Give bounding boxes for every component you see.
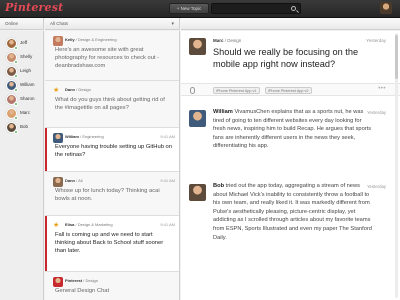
topic-time: 9:41 AM (160, 222, 175, 227)
user-name: Sharon (20, 96, 35, 101)
topic-preview: Everyone having trouble setting up GitHu… (55, 144, 172, 158)
message-text: tried out the app today, aggregating a s… (213, 183, 372, 241)
avatar (53, 177, 63, 187)
topic-list: Kelly / Design & Engineering Here's an a… (45, 31, 180, 300)
online-users-sidebar: Jeff Shelly Leigh William Sharon Marc Bo… (0, 31, 44, 300)
unread-indicator (45, 128, 47, 171)
list-item[interactable]: ★ Elisa / Design & Marketing 9:41 AM Fal… (45, 216, 179, 272)
sidebar-user-sharon[interactable]: Sharon (6, 94, 44, 106)
topic-meta: Elisa / Design & Marketing (65, 222, 113, 227)
topic-meta: Dann / All (65, 178, 83, 183)
sidebar-user-jeff[interactable]: Jeff (6, 38, 44, 50)
sidebar-user-william[interactable]: William (6, 80, 44, 92)
scrollbar-thumb[interactable] (395, 35, 398, 79)
conversation-header (181, 18, 400, 30)
online-header: Online (0, 18, 44, 30)
chevron-down-icon: ▾ (171, 21, 174, 27)
list-item[interactable]: Dann / All 9:41 AM Whose up for lunch to… (45, 172, 179, 216)
topic-meta: Pinterest / Design (65, 278, 98, 283)
online-status-icon (14, 46, 18, 50)
online-status-icon (14, 130, 18, 134)
online-status-icon (14, 60, 18, 64)
unread-indicator (45, 216, 47, 271)
top-bar: Pinterest + New Topic (0, 0, 400, 18)
sidebar-user-marc[interactable]: Marc (6, 108, 44, 120)
conversation-meta: Marc / Design (213, 38, 242, 43)
topic-time: 9:41 AM (160, 178, 175, 183)
sidebar-user-shelly[interactable]: Shelly (6, 52, 44, 64)
new-topic-button[interactable]: + New Topic (169, 3, 209, 14)
conversation-panel: Marc / Design Yesterday Should we really… (181, 31, 400, 300)
conversation-time: Yesterday (366, 38, 386, 43)
user-name: Shelly (20, 54, 33, 59)
online-status-icon (14, 88, 18, 92)
tag-bar: iPhone Pinterest App v1 iPhone Pinterest… (181, 83, 400, 96)
avatar (189, 38, 206, 55)
topic-meta: Kelly / Design & Engineering (65, 37, 117, 42)
topic-meta: Dann / Design (65, 87, 91, 92)
online-label: Online (5, 21, 19, 26)
topic-time: 9:41 AM (160, 134, 175, 139)
online-status-icon (14, 74, 18, 78)
avatar (53, 277, 63, 287)
topic-preview: General Design Chat (55, 288, 110, 294)
current-user-avatar[interactable] (380, 2, 392, 14)
list-item[interactable]: William / Engineering 9:41 AM Everyone h… (45, 128, 179, 172)
conversation-title: Should we really be focusing on the mobi… (213, 47, 359, 69)
message-time: Yesterday (367, 110, 386, 115)
message-author: Bob (213, 183, 225, 189)
message-body: William VivamusChen explains that as a s… (213, 108, 375, 151)
list-item[interactable]: Kelly / Design & Engineering Here's an a… (45, 31, 179, 81)
topic-meta: William / Engineering (65, 134, 104, 139)
search-input[interactable] (211, 3, 301, 14)
avatar (189, 184, 206, 201)
scrollbar[interactable] (395, 33, 398, 298)
sidebar-user-leigh[interactable]: Leigh (6, 66, 44, 78)
message-author: William (213, 109, 233, 115)
attachment-icon[interactable] (190, 87, 195, 94)
app-logo[interactable]: Pinterest (5, 1, 63, 14)
sidebar-user-bob[interactable]: Bob (6, 122, 44, 134)
avatar (53, 36, 63, 46)
message-text: VivamusChen explains that as a sports nu… (213, 109, 372, 150)
star-icon[interactable]: ★ (53, 222, 59, 229)
star-icon[interactable]: ★ (53, 87, 59, 94)
tag-item[interactable]: iPhone Pinterest App v1 (213, 87, 260, 94)
user-name: Bob (20, 124, 29, 129)
topic-preview: Fall is coming up and we need to start t… (55, 232, 164, 254)
user-name: Jeff (20, 40, 28, 45)
avatar (189, 110, 206, 127)
list-item[interactable]: ★ Dann / Design What do you guys think a… (45, 81, 179, 128)
tag-item[interactable]: iPhone Pinterest App v2 (265, 87, 312, 94)
list-item[interactable]: Pinterest / Design General Design Chat (45, 272, 179, 300)
topic-preview: Whose up for lunch today? Thinking acai … (55, 188, 160, 202)
topic-filter-dropdown[interactable]: All Chats ▾ (45, 18, 180, 30)
avatar (53, 133, 63, 143)
user-name: Leigh (20, 68, 32, 73)
message-body: Bob tried out the app today, aggregating… (213, 182, 375, 242)
message-time: Yesterday (367, 184, 386, 189)
more-options-icon[interactable]: ••• (378, 86, 386, 92)
topic-preview: What do you guys think about getting rid… (55, 97, 165, 111)
topic-filter-label: All Chats (50, 21, 69, 26)
online-status-icon (14, 102, 18, 106)
search-icon[interactable] (291, 6, 296, 11)
topic-preview: Here's an awesome site with great photog… (55, 47, 160, 69)
user-name: William (20, 82, 35, 87)
user-name: Marc (20, 110, 30, 115)
online-status-icon (14, 116, 18, 120)
